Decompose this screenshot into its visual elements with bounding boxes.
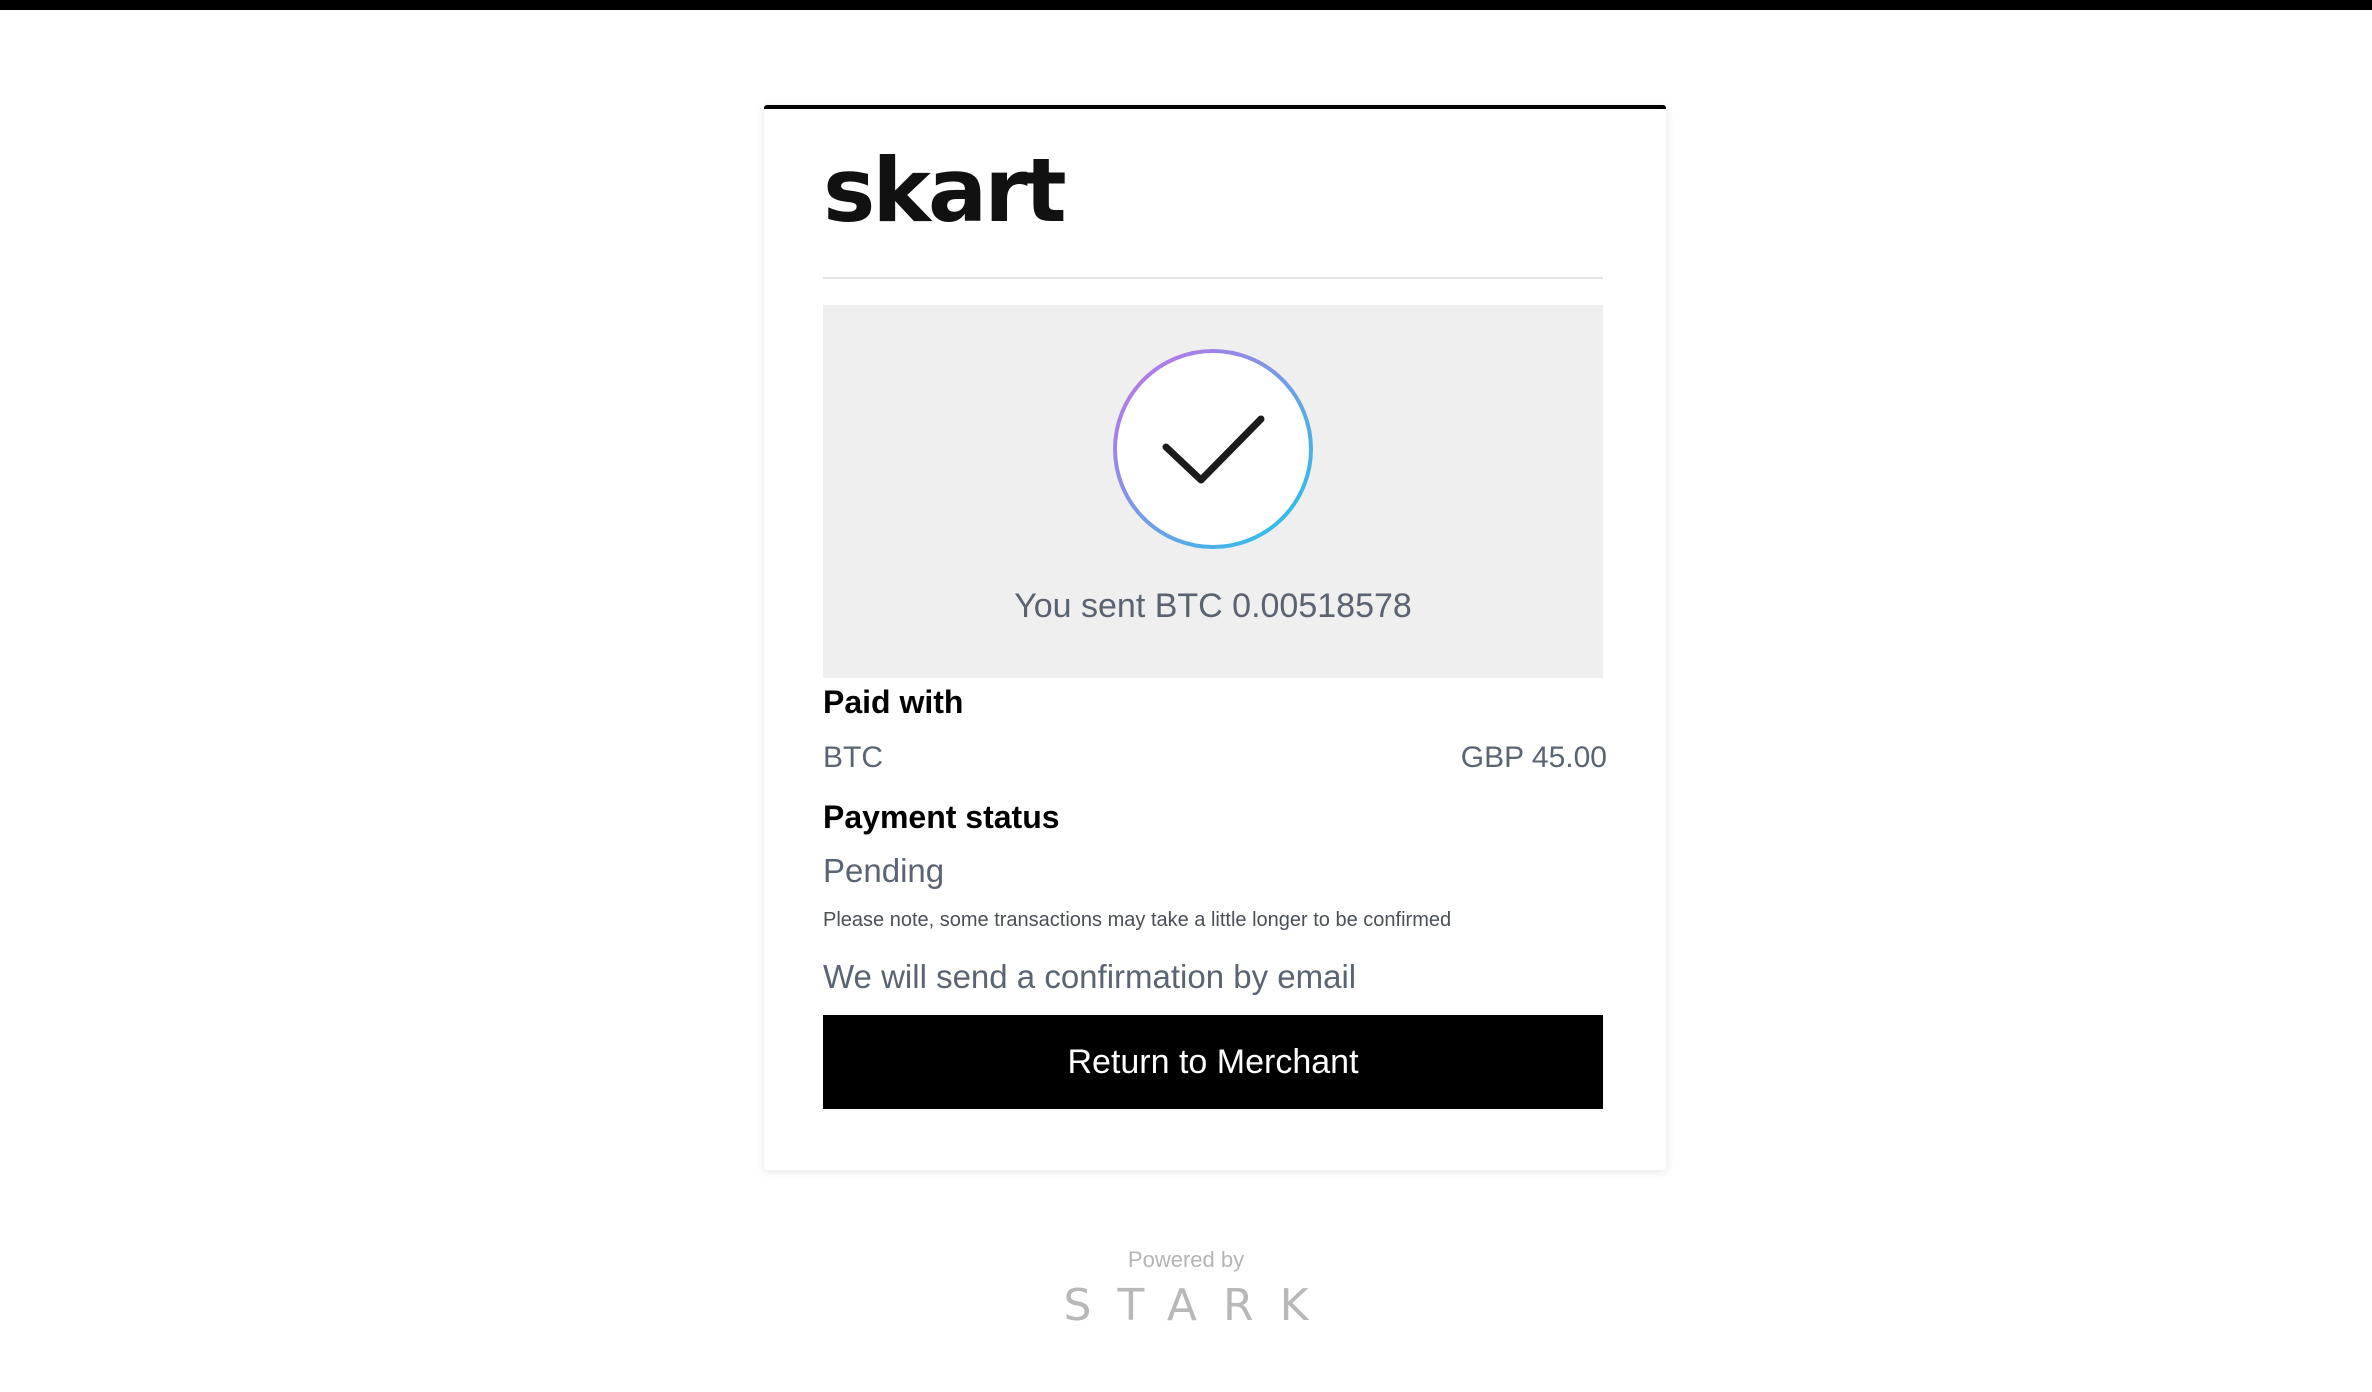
stark-logo: STARK	[1063, 1280, 1335, 1331]
top-bar	[0, 0, 2372, 10]
merchant-logo: skart	[823, 139, 1067, 242]
sent-amount-text: You sent BTC 0.00518578	[1014, 587, 1412, 625]
powered-by-text: Powered by	[1127, 1247, 1245, 1272]
payment-status-label: Payment status	[823, 799, 1060, 835]
payment-card: skart You sent BTC 0.00518578 Paid with …	[764, 105, 1666, 1170]
paid-amount: GBP 45.00	[1460, 741, 1607, 774]
divider	[823, 277, 1603, 279]
confirmation-panel: You sent BTC 0.00518578	[823, 305, 1603, 678]
paid-currency: BTC	[823, 741, 883, 774]
email-confirmation-note: We will send a confirmation by email	[823, 958, 1357, 995]
confirmation-note: Please note, some transactions may take …	[823, 909, 1452, 931]
return-to-merchant-button[interactable]: Return to Merchant	[823, 1015, 1603, 1109]
check-circle-icon	[1111, 347, 1315, 551]
paid-with-label: Paid with	[823, 684, 964, 720]
payment-status-value: Pending	[823, 852, 945, 889]
